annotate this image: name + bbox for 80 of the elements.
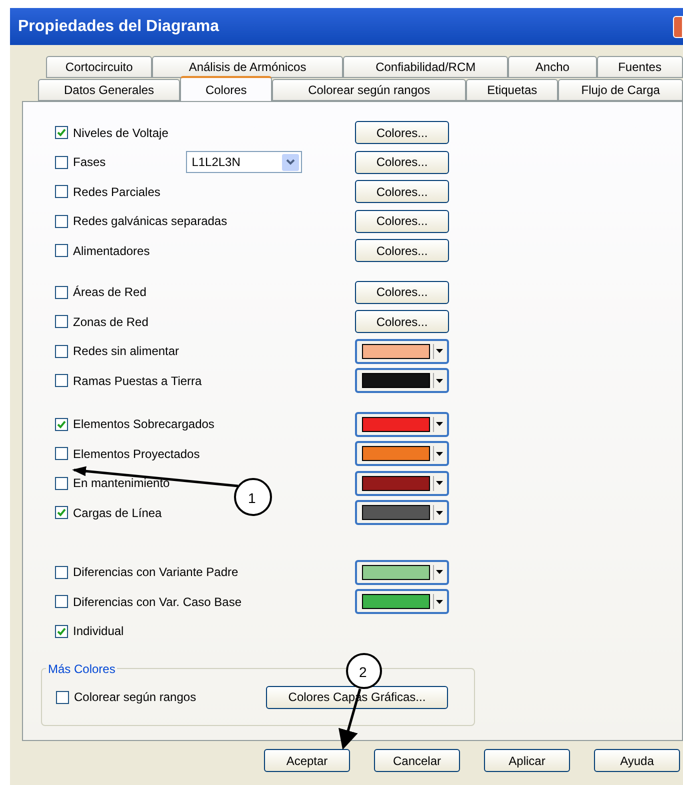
color-picker[interactable] [355, 589, 449, 614]
checkmark-icon [57, 626, 66, 636]
option-label: Cargas de Línea [73, 504, 162, 522]
dropdown-arrow-icon [433, 373, 445, 388]
tab[interactable]: Confiabilidad/RCM [342, 56, 508, 78]
checkbox[interactable] [55, 447, 68, 460]
colors-button[interactable]: Colores... [355, 210, 449, 233]
checkbox[interactable] [55, 624, 68, 638]
color-picker[interactable] [355, 560, 449, 585]
option-label: Redes galvánicas separadas [73, 213, 228, 230]
colors-button[interactable]: Colores... [355, 239, 449, 262]
option-label: Redes sin alimentar [73, 343, 180, 360]
dropdown-arrow-icon [433, 505, 445, 520]
color-picker[interactable] [355, 500, 449, 526]
checkbox[interactable] [55, 244, 68, 258]
checkbox[interactable] [55, 126, 68, 140]
option-label: Niveles de Voltaje [73, 124, 168, 142]
option-label: Individual [73, 623, 124, 640]
checkbox[interactable] [55, 344, 68, 358]
tab[interactable]: Flujo de Carga [558, 79, 683, 101]
option-label: Zonas de Red [73, 314, 148, 331]
tab[interactable]: Ancho [508, 56, 597, 78]
option-label: Redes Parciales [73, 184, 160, 201]
window-title: Propiedades del Diagrama [18, 16, 219, 36]
checkbox[interactable] [55, 156, 68, 169]
option-label: Elementos Sobrecargados [73, 416, 214, 434]
color-picker[interactable] [355, 470, 449, 496]
checkbox[interactable] [55, 476, 68, 490]
option-label: Colorear según rangos [74, 689, 196, 706]
callout-number: 1 [248, 489, 256, 508]
checkbox[interactable] [55, 418, 68, 431]
checkmark-icon [57, 128, 66, 138]
color-picker[interactable] [355, 412, 449, 437]
color-picker[interactable] [355, 441, 449, 466]
checkbox[interactable] [55, 315, 68, 328]
checkbox[interactable] [55, 506, 68, 520]
option-label: Elementos Proyectados [73, 446, 200, 463]
color-picker[interactable] [355, 338, 449, 364]
dropdown-arrow-icon [433, 564, 445, 580]
dialog-button[interactable]: Ayuda [594, 749, 680, 772]
dialog-button[interactable]: Aceptar [264, 749, 350, 772]
checkbox[interactable] [55, 185, 68, 198]
checkbox[interactable] [55, 374, 68, 388]
option-label: Ramas Puestas a Tierra [73, 372, 202, 390]
tab[interactable]: Fuentes [596, 56, 683, 78]
color-picker[interactable] [355, 368, 449, 394]
checkbox[interactable] [55, 566, 68, 579]
option-label: Fases [73, 154, 106, 172]
colors-button[interactable]: Colores... [355, 150, 449, 174]
tab[interactable]: Análisis de Armónicos [152, 56, 343, 78]
option-label: Áreas de Red [73, 284, 146, 302]
checkbox[interactable] [55, 214, 68, 228]
checkbox[interactable] [55, 595, 68, 608]
phase-dropdown[interactable]: L1L2L3N [186, 151, 302, 174]
dropdown-arrow-icon [433, 594, 445, 610]
option-label: Alimentadores [73, 242, 150, 260]
dropdown-arrow-icon [433, 416, 445, 432]
tab[interactable]: Colores [180, 76, 272, 101]
checkmark-icon [57, 420, 66, 429]
colors-button[interactable]: Colores... [355, 180, 449, 204]
option-label: Diferencias con Var. Caso Base [73, 594, 242, 611]
option-label: En mantenimiento [73, 475, 170, 492]
dropdown-arrow-icon [433, 446, 445, 462]
colors-button[interactable]: Colores... [355, 280, 449, 304]
dialog-button[interactable]: Cancelar [374, 749, 460, 772]
dropdown-arrow-icon [433, 344, 445, 359]
option-label: Diferencias con Variante Padre [73, 564, 238, 582]
tab[interactable]: Cortocircuito [46, 56, 152, 78]
tab[interactable]: Etiquetas [466, 79, 558, 101]
dialog-button[interactable]: Aplicar [484, 749, 570, 772]
tab[interactable]: Colorear según rangos [272, 79, 466, 101]
checkbox[interactable] [55, 286, 68, 299]
tab[interactable]: Datos Generales [38, 79, 180, 101]
checkmark-icon [57, 508, 66, 518]
callout-number: 2 [359, 663, 367, 682]
colors-button[interactable]: Colores... [355, 310, 449, 334]
close-button[interactable] [673, 16, 683, 38]
dropdown-arrow-icon [433, 476, 445, 491]
colors-button[interactable]: Colores... [355, 121, 449, 144]
checkbox[interactable] [56, 690, 69, 704]
